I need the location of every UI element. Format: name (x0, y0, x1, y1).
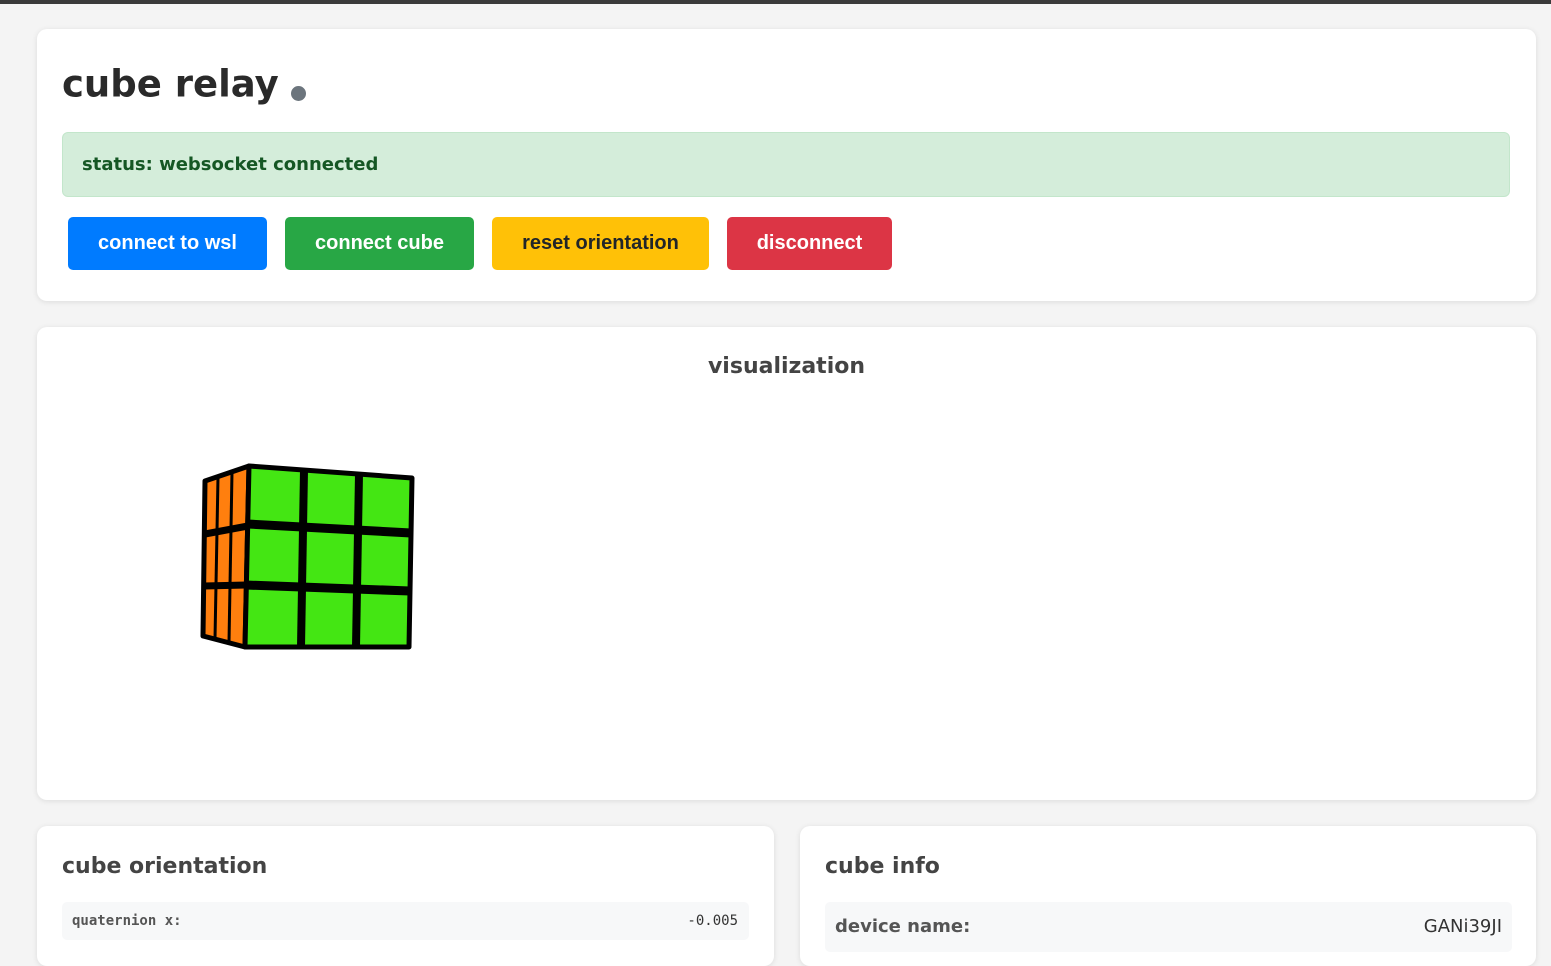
cube-info-heading: cube info (825, 854, 940, 879)
quaternion-x-value: -0.005 (687, 913, 738, 929)
cube-side-face (200, 463, 252, 650)
quaternion-x-row: quaternion x: -0.005 (62, 902, 749, 940)
reset-orientation-button[interactable]: reset orientation (492, 217, 709, 270)
cube-side-grid-line (203, 581, 247, 590)
connect-cube-button[interactable]: connect cube (285, 217, 474, 270)
visualization-card: visualization (37, 327, 1536, 800)
device-name-row: device name: GANi39JI (825, 902, 1512, 952)
cube-orientation-card: cube orientation quaternion x: -0.005 (37, 826, 774, 966)
app-title: cube relay (62, 59, 306, 109)
disconnect-button[interactable]: disconnect (727, 217, 892, 270)
quaternion-x-label: quaternion x: (72, 913, 182, 929)
cube-front-face (242, 463, 415, 650)
status-banner: status: websocket connected (62, 132, 1510, 197)
cube-front-grid-line (245, 580, 411, 596)
window-top-edge (0, 0, 1551, 4)
cube-info-card: cube info device name: GANi39JI (800, 826, 1536, 966)
connection-indicator-dot (290, 86, 306, 101)
app-title-text: cube relay (62, 62, 279, 106)
header-card: cube relay status: websocket connected c… (37, 29, 1536, 301)
cube-visualization-canvas[interactable] (37, 327, 1536, 800)
device-name-label: device name: (835, 916, 971, 937)
connect-wsl-button[interactable]: connect to wsl (68, 217, 267, 270)
cube-orientation-heading: cube orientation (62, 854, 268, 879)
device-name-value: GANi39JI (1423, 916, 1502, 937)
cube-3d-model (200, 463, 415, 650)
cube-front-grid-line (352, 473, 363, 648)
cube-front-grid-line (297, 469, 308, 648)
